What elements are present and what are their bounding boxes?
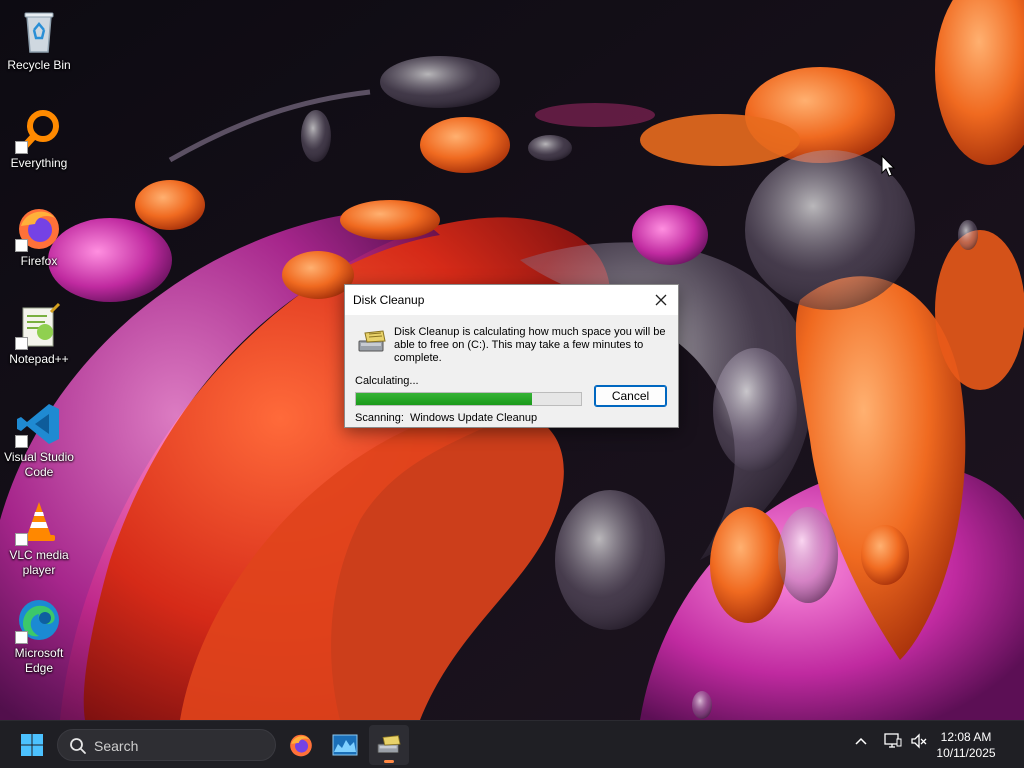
search-icon [70, 738, 86, 754]
desktop-icon-recycle-bin[interactable]: Recycle Bin [2, 4, 76, 94]
desktop-icon-edge[interactable]: Microsoft Edge [2, 592, 76, 682]
progress-fill [356, 393, 532, 405]
vlc-icon [15, 498, 63, 546]
scanning-status: Scanning: Windows Update Cleanup [355, 412, 543, 424]
desktop: Recycle Bin Everything Firefox Notepad++… [0, 0, 1024, 720]
notepad-plus-plus-icon [15, 302, 63, 350]
desktop-icon-label: Everything [10, 156, 68, 170]
network-tray-button[interactable] [884, 733, 902, 754]
desktop-icon-firefox[interactable]: Firefox [2, 200, 76, 290]
search-placeholder: Search [94, 738, 139, 754]
start-button[interactable] [12, 725, 52, 765]
close-button[interactable] [650, 290, 672, 310]
taskbar-app-disk-cleanup[interactable] [369, 725, 409, 765]
taskbar-search-box[interactable]: Search [57, 729, 276, 761]
shortcut-arrow-icon [15, 337, 28, 350]
desktop-icon-label: Firefox [20, 254, 58, 268]
desktop-icon-label: Visual Studio Code [4, 450, 74, 479]
disk-cleanup-dialog: Disk Cleanup Disk Cleanup is calculating… [344, 284, 679, 428]
active-app-indicator [384, 760, 394, 763]
progress-bar [355, 392, 582, 406]
shortcut-arrow-icon [15, 239, 28, 252]
network-icon [884, 733, 902, 748]
scanning-label: Scanning: [355, 412, 404, 424]
desktop-icon-label: VLC media player [9, 548, 69, 577]
windows-start-icon [21, 734, 43, 756]
performance-monitor-icon [332, 734, 358, 756]
desktop-icon-everything[interactable]: Everything [2, 102, 76, 192]
desktop-icon-label: Microsoft Edge [14, 646, 64, 675]
desktop-icon-vscode[interactable]: Visual Studio Code [2, 396, 76, 486]
vscode-icon [15, 400, 63, 448]
show-hidden-icons-button[interactable] [853, 733, 869, 754]
clock-date: 10/11/2025 [936, 746, 996, 760]
taskbar: Search 12:08 AM 10/11/2025 [0, 720, 1024, 768]
scanning-item: Windows Update Cleanup [409, 412, 538, 424]
taskbar-app-firefox[interactable] [281, 725, 321, 765]
mouse-cursor-icon [881, 155, 895, 177]
close-icon [655, 294, 667, 306]
desktop-icon-label: Recycle Bin [7, 58, 71, 72]
desktop-icon-notepadpp[interactable]: Notepad++ [2, 298, 76, 388]
firefox-icon [15, 204, 63, 252]
dialog-titlebar[interactable]: Disk Cleanup [345, 285, 678, 315]
shortcut-arrow-icon [15, 141, 28, 154]
chevron-up-icon [855, 737, 867, 745]
recycle-bin-icon [15, 8, 63, 56]
firefox-icon [290, 734, 312, 757]
taskbar-app-task-manager[interactable] [325, 725, 365, 765]
clock-time: 12:08 AM [940, 730, 992, 744]
shortcut-arrow-icon [15, 631, 28, 644]
desktop-icon-vlc[interactable]: VLC media player [2, 494, 76, 584]
disk-cleanup-icon [357, 329, 387, 355]
cancel-button[interactable]: Cancel [594, 385, 667, 407]
desktop-icon-label: Notepad++ [9, 352, 69, 366]
dialog-title: Disk Cleanup [353, 293, 425, 307]
calculating-label: Calculating... [355, 375, 419, 387]
everything-search-icon [15, 106, 63, 154]
dialog-message: Disk Cleanup is calculating how much spa… [394, 326, 666, 364]
shortcut-arrow-icon [15, 533, 28, 546]
taskbar-clock[interactable]: 12:08 AM 10/11/2025 [926, 729, 1006, 761]
disk-cleanup-icon [377, 735, 401, 754]
shortcut-arrow-icon [15, 435, 28, 448]
edge-icon [15, 596, 63, 644]
